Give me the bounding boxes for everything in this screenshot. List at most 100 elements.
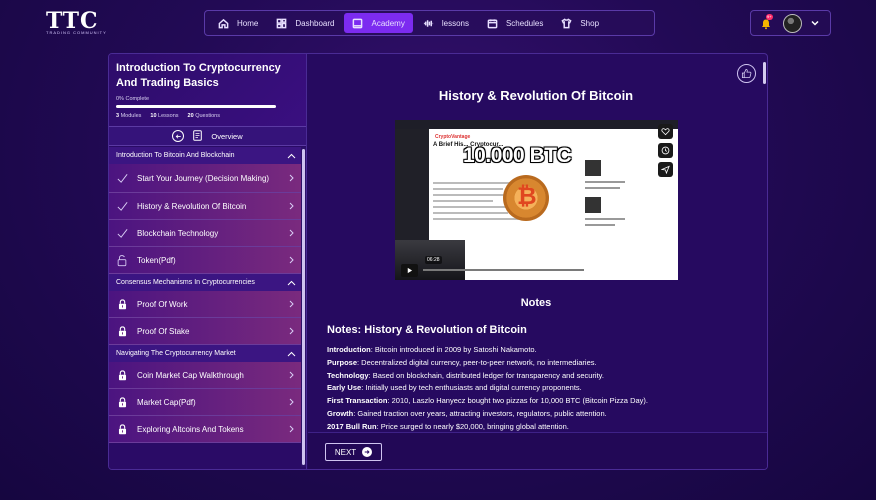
lesson-item[interactable]: Blockchain Technology [109,220,301,247]
lock-icon [115,297,129,311]
lesson-item[interactable]: Proof Of Work [109,291,301,318]
logo-text: TTC [46,8,99,34]
note-line: First Transaction: 2010, Laszlo Hanyecz … [327,395,747,408]
section-header[interactable]: Introduction To Bitcoin And Blockchain [109,147,301,164]
section-title: Navigating The Cryptocurrency Market [116,350,236,357]
chevron-up-icon [287,351,296,356]
fullscreen-icon[interactable] [637,266,644,274]
course-header: Introduction To Cryptocurrency And Tradi… [109,54,306,126]
content-scrollbar[interactable] [763,62,766,84]
waveform-icon [423,19,433,27]
note-term: Introduction [327,345,371,354]
nav-schedules[interactable]: Schedules [479,13,551,33]
sidebar-scrollbar[interactable] [301,147,306,467]
settings-icon[interactable] [601,267,608,274]
back-button[interactable] [172,130,185,142]
note-text: : Gained traction over years, attracting… [353,408,607,418]
check-icon [115,226,129,240]
notes-body: Introduction: Bitcoin introduced in 2009… [327,344,747,432]
nav-academy[interactable]: Academy [344,13,413,33]
notifications-button[interactable]: 9+ [760,14,773,30]
notes-heading: Notes [520,297,552,309]
chevron-right-icon [289,256,294,264]
note-text: : Price surged to nearly $20,000, bringi… [376,421,569,431]
video-side-actions [658,124,674,181]
lesson-item[interactable]: Coin Market Cap Walkthrough [109,362,301,389]
avatar[interactable] [783,13,802,33]
lesson-label: History & Revolution Of Bitcoin [137,201,247,211]
bitcoin-pizza-image: ₿ [503,175,549,221]
like-button[interactable] [737,64,756,83]
play-button[interactable] [401,263,418,277]
video-player[interactable]: CryptoVantage A Brief His... Cryptocur..… [395,120,678,280]
video-overlay-text: 10.000 BTC [463,144,572,167]
lesson-content: History & Revolution Of Bitcoin CryptoVa… [308,54,767,432]
user-menu[interactable]: 9+ [750,10,831,36]
academy-icon [353,18,363,28]
next-label: NEXT [334,447,357,457]
notification-badge: 9+ [766,14,773,20]
lesson-label: Exploring Altcoins And Tokens [137,424,244,434]
section-title: Introduction To Bitcoin And Blockchain [116,152,235,159]
chevron-right-icon [289,229,294,237]
pip-icon[interactable] [625,267,632,274]
chevron-right-icon [289,327,294,335]
overview-button[interactable]: Overview [211,132,242,141]
note-text: : Initially used by tech enthusiasts and… [361,383,582,393]
course-sidebar: Introduction To Cryptocurrency And Tradi… [109,54,307,469]
video-progress[interactable] [423,269,584,271]
arrow-right-icon [362,447,373,457]
vimeo-logo[interactable]: vimeo [649,266,672,275]
chevron-down-icon[interactable] [810,18,820,28]
section-header[interactable]: Consensus Mechanisms In Cryptocurrencies [109,274,301,291]
lesson-item[interactable]: Proof Of Stake [109,318,301,345]
lesson-label: Proof Of Work [137,299,188,309]
lock-icon [115,395,129,409]
logo[interactable]: TTC TRADING COMMUNITY [46,10,108,40]
nav-home-label: Home [237,18,259,28]
thumbs-up-icon [741,68,752,79]
chevron-up-icon [287,280,296,285]
document-icon [193,129,203,143]
shirt-icon [561,17,572,28]
video-site-name: CryptoVantage [435,134,471,140]
lesson-item[interactable]: Token(Pdf) [109,247,301,274]
arrow-left-icon [175,133,181,139]
lesson-label: Start Your Journey (Decision Making) [137,173,270,183]
captions-icon[interactable] [613,267,620,274]
note-term: Early Use [327,383,362,393]
lessons-label: Lessons [158,113,179,119]
nav-schedules-label: Schedules [505,18,544,28]
lesson-item[interactable]: Exploring Altcoins And Tokens [109,416,301,443]
scrollbar-thumb[interactable] [302,149,305,465]
logo-tagline: TRADING COMMUNITY [46,30,107,35]
overview-row: Overview [109,126,306,146]
nav-home[interactable]: Home [210,13,266,33]
check-icon [115,199,129,213]
lesson-label: Blockchain Technology [137,228,219,238]
share-icon[interactable] [658,162,673,177]
progress-bar [116,105,276,108]
course-title: Introduction To Cryptocurrency And Tradi… [116,62,281,89]
note-text: : 2010, Laszlo Hanyecz bought two pizzas… [387,396,648,406]
video-browser-bar [395,120,678,129]
lesson-item[interactable]: History & Revolution Of Bitcoin [109,193,301,220]
chevron-right-icon [289,371,294,379]
content-footer: NEXT [308,432,767,469]
chevron-up-icon [287,153,296,158]
nav-dashboard[interactable]: Dashboard [268,13,342,33]
lesson-item[interactable]: Market Cap(Pdf) [109,389,301,416]
clock-icon[interactable] [658,143,673,158]
volume-icon[interactable] [589,267,596,274]
lesson-title: History & Revolution Of Bitcoin [438,88,634,103]
heart-icon[interactable] [658,124,673,139]
note-line: Growth: Gained traction over years, attr… [327,408,747,421]
nav-lessons[interactable]: lessons [415,13,477,33]
lesson-item[interactable]: Start Your Journey (Decision Making) [109,164,301,193]
next-button[interactable]: NEXT [325,443,382,461]
chevron-right-icon [289,202,294,210]
section-header[interactable]: Navigating The Cryptocurrency Market [109,345,301,362]
chevron-right-icon [289,174,294,182]
note-term: Growth [327,408,354,418]
nav-shop[interactable]: Shop [553,13,607,33]
